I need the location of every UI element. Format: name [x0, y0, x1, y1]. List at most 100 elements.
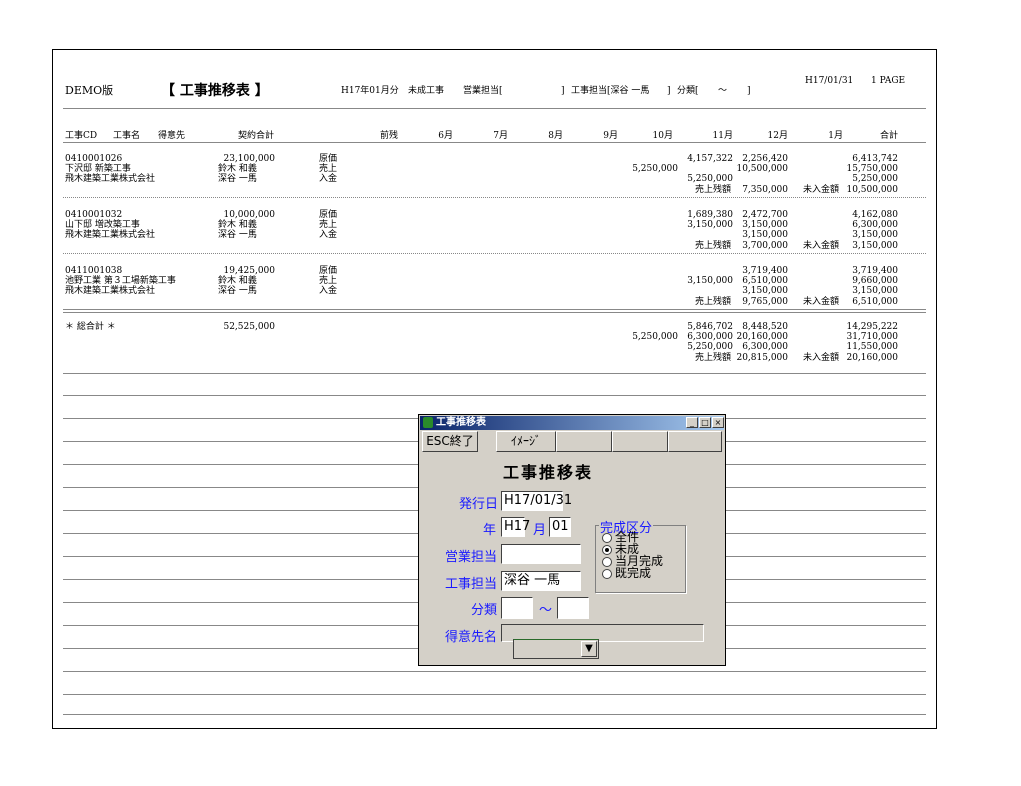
- unpaid-value: 3,150,000: [852, 241, 898, 251]
- report-eng-rep: 工事担当[深谷 一馬: [571, 86, 650, 96]
- report-dialog: 工事推移表 _ □ × ESC終了 ｲﾒｰｼﾞ 工事推移表 発行日 H17/01…: [418, 414, 726, 666]
- oct-sales: 5,250,000: [632, 164, 678, 174]
- remaining-value: 7,350,000: [742, 185, 788, 195]
- row-divider-double: [63, 312, 926, 313]
- unpaid-value: 6,510,000: [852, 297, 898, 307]
- col-header-aug: 8月: [548, 131, 563, 141]
- report-title: 【 工事推移表 】: [161, 83, 269, 99]
- col-header-jan: 1月: [828, 131, 843, 141]
- radio-already-completed-indicator[interactable]: [602, 568, 612, 579]
- month-label: 月: [533, 523, 547, 538]
- toolbar-slot-3[interactable]: [556, 431, 612, 452]
- dec-cost: 2,472,700: [742, 210, 788, 220]
- dec-payment: 3,150,000: [742, 286, 788, 296]
- toolbar-slot-4[interactable]: [612, 431, 668, 452]
- remaining-label: 売上残額: [695, 185, 732, 195]
- col-header-client: 得意先: [158, 131, 186, 141]
- close-button[interactable]: ×: [712, 417, 724, 428]
- col-header-contract: 契約合計: [238, 131, 275, 141]
- job-name: 山下邸 増改築工事: [65, 220, 140, 230]
- job-contract: 23,100,000: [223, 154, 275, 164]
- report-status: 未成工事: [408, 86, 445, 96]
- nov-cost: 4,157,322: [687, 154, 733, 164]
- job-rep1: 鈴木 和義: [218, 164, 257, 174]
- radio-all-indicator[interactable]: [602, 532, 612, 543]
- grand-nov-payment: 5,250,000: [687, 342, 733, 352]
- report-period: H17年01月分: [341, 86, 399, 96]
- nov-payment: 5,250,000: [687, 174, 733, 184]
- radio-incomplete-indicator[interactable]: [602, 544, 612, 555]
- radio-already-completed[interactable]: 既完成: [602, 567, 651, 579]
- total-payment: 5,250,000: [852, 174, 898, 184]
- grand-total-label: ＊ 総合計 ＊: [65, 322, 116, 332]
- esc-exit-button[interactable]: ESC終了: [422, 431, 478, 452]
- grand-dec-payment: 6,300,000: [742, 342, 788, 352]
- unpaid-label: 未入金額: [803, 185, 840, 195]
- bunrui-from-field[interactable]: [501, 597, 533, 619]
- row-label-cost: 原価: [319, 210, 338, 220]
- year-field[interactable]: H17: [501, 517, 530, 537]
- issue-date-field[interactable]: H17/01/31: [501, 491, 572, 511]
- client-dropdown[interactable]: ▼: [513, 639, 599, 659]
- total-cost: 3,719,400: [852, 266, 898, 276]
- job-client: 飛木建築工業株式会社: [65, 174, 156, 184]
- grand-nov-cost: 5,846,702: [687, 322, 733, 332]
- dec-cost: 2,256,420: [742, 154, 788, 164]
- eng-rep-field[interactable]: 深谷 一馬: [501, 571, 581, 591]
- minimize-button[interactable]: _: [686, 417, 698, 428]
- job-cd: 0410001026: [65, 154, 123, 164]
- grand-remaining-value: 20,815,000: [736, 353, 788, 363]
- dialog-titlebar[interactable]: 工事推移表 _ □ ×: [420, 416, 724, 430]
- row-label-cost: 原価: [319, 154, 338, 164]
- grand-total-payment: 11,550,000: [846, 342, 898, 352]
- total-sales: 6,300,000: [852, 220, 898, 230]
- row-divider: [63, 197, 926, 198]
- grand-oct-sales: 5,250,000: [632, 332, 678, 342]
- grand-contract: 52,525,000: [223, 322, 275, 332]
- radio-completed-this-month-indicator[interactable]: [602, 556, 612, 567]
- bunrui-label: 分類: [471, 603, 498, 618]
- job-rep2: 深谷 一馬: [218, 230, 257, 240]
- job-client: 飛木建築工業株式会社: [65, 230, 156, 240]
- grand-total-sales: 31,710,000: [846, 332, 898, 342]
- nov-cost: 1,689,380: [687, 210, 733, 220]
- sales-rep-field[interactable]: [501, 544, 581, 564]
- total-cost: 4,162,080: [852, 210, 898, 220]
- total-sales: 9,660,000: [852, 276, 898, 286]
- job-contract: 19,425,000: [223, 266, 275, 276]
- issue-date-label: 発行日: [459, 497, 499, 512]
- toolbar-slot-5[interactable]: [668, 431, 722, 452]
- empty-row-rule: [63, 373, 926, 374]
- unpaid-label: 未入金額: [803, 241, 840, 251]
- maximize-button[interactable]: □: [699, 417, 711, 428]
- grand-nov-sales: 6,300,000: [687, 332, 733, 342]
- dialog-heading: 工事推移表: [503, 463, 594, 482]
- app-icon: [423, 417, 433, 428]
- demo-label: DEMO版: [65, 84, 114, 97]
- month-field[interactable]: 01: [549, 517, 571, 537]
- col-header-jul: 7月: [493, 131, 508, 141]
- bunrui-to-field[interactable]: [557, 597, 589, 619]
- grand-dec-sales: 20,160,000: [736, 332, 788, 342]
- empty-row-rule: [63, 714, 926, 715]
- job-contract: 10,000,000: [223, 210, 275, 220]
- chevron-down-icon[interactable]: ▼: [581, 641, 597, 657]
- job-rep1: 鈴木 和義: [218, 276, 257, 286]
- report-sales-rep-close: ]: [561, 86, 565, 96]
- job-cd: 0411001038: [65, 266, 123, 276]
- total-cost: 6,413,742: [852, 154, 898, 164]
- col-header-sep: 9月: [603, 131, 618, 141]
- remaining-value: 9,765,000: [742, 297, 788, 307]
- row-divider: [63, 309, 926, 310]
- report-page: 1 PAGE: [871, 76, 906, 86]
- grand-unpaid-label: 未入金額: [803, 353, 840, 363]
- nov-sales: 3,150,000: [687, 276, 733, 286]
- bunrui-tilde: ～: [539, 603, 553, 618]
- image-button[interactable]: ｲﾒｰｼﾞ: [496, 431, 556, 452]
- col-header-dec: 12月: [767, 131, 788, 141]
- row-label-payment: 入金: [319, 174, 338, 184]
- report-bunrui-tilde: ～: [718, 86, 728, 96]
- empty-row-rule: [63, 395, 926, 396]
- grand-dec-cost: 8,448,520: [742, 322, 788, 332]
- nov-sales: 3,150,000: [687, 220, 733, 230]
